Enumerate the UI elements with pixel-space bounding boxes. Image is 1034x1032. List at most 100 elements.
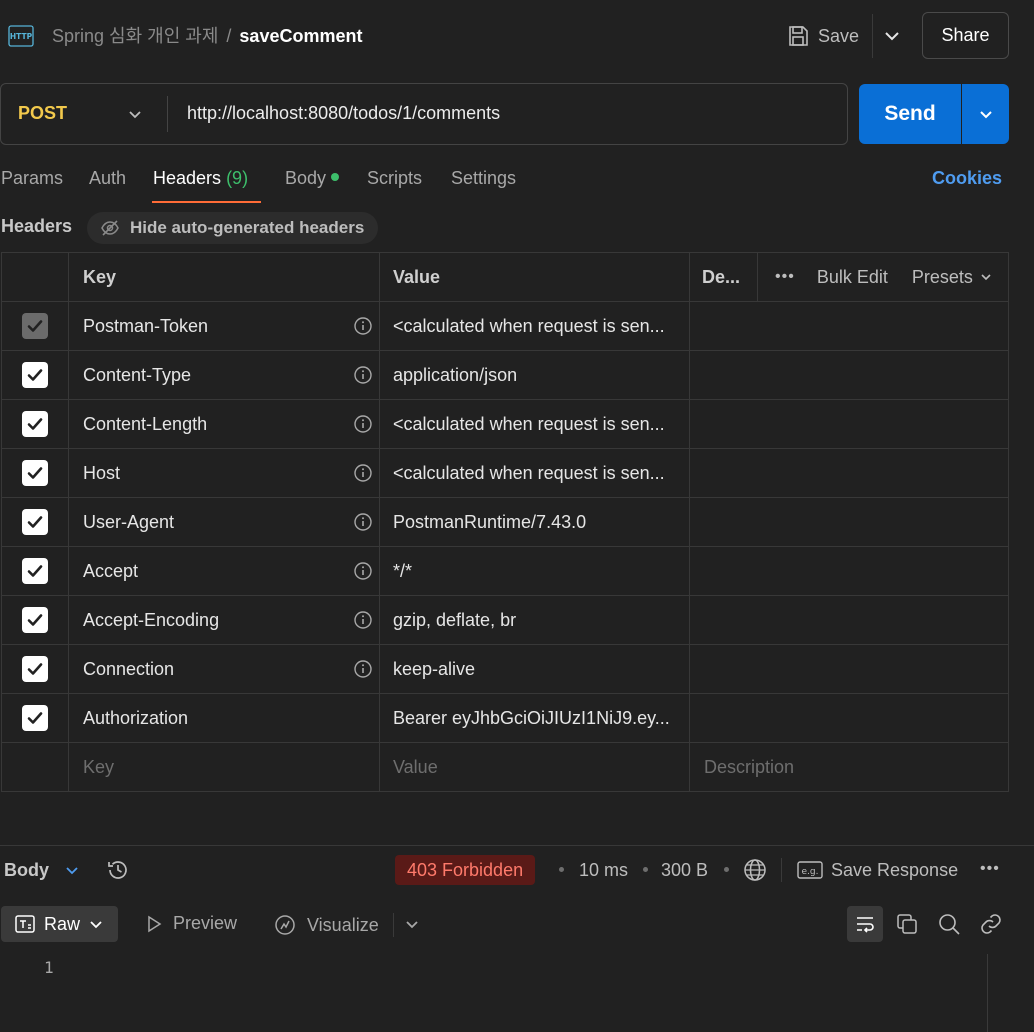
breadcrumb-collection[interactable]: Spring 심화 개인 과제 bbox=[52, 26, 218, 46]
header-enabled-checkbox[interactable] bbox=[22, 656, 48, 682]
response-time[interactable]: 10 ms bbox=[579, 860, 628, 881]
header-description[interactable] bbox=[690, 498, 1010, 546]
chevron-down-icon[interactable] bbox=[62, 860, 82, 880]
new-description-input[interactable]: Description bbox=[690, 743, 1010, 791]
header-enabled-checkbox[interactable] bbox=[22, 460, 48, 486]
new-value-input[interactable]: Value bbox=[380, 743, 690, 791]
header-value[interactable]: gzip, deflate, br bbox=[380, 596, 690, 644]
visualize-view-button[interactable]: Visualize bbox=[273, 913, 379, 937]
header-enabled-checkbox[interactable] bbox=[22, 705, 48, 731]
header-description[interactable] bbox=[690, 400, 1010, 448]
header-description[interactable] bbox=[690, 645, 1010, 693]
header-description[interactable] bbox=[690, 694, 1010, 742]
save-button[interactable]: Save bbox=[786, 20, 859, 52]
header-value[interactable]: application/json bbox=[380, 351, 690, 399]
chevron-down-icon[interactable] bbox=[402, 914, 422, 934]
info-icon[interactable] bbox=[353, 659, 373, 679]
save-options-chevron-down-icon[interactable] bbox=[880, 24, 904, 48]
header-value[interactable]: PostmanRuntime/7.43.0 bbox=[380, 498, 690, 546]
tab-auth[interactable]: Auth bbox=[89, 168, 126, 189]
top-bar: HTTP Spring 심화 개인 과제 / saveComment Save Sh… bbox=[0, 0, 1034, 72]
link-icon[interactable] bbox=[979, 912, 1003, 936]
tab-scripts[interactable]: Scripts bbox=[367, 168, 422, 189]
table-row: User-Agent PostmanRuntime/7.43.0 bbox=[2, 498, 1008, 547]
header-key[interactable]: Content-Length bbox=[69, 400, 380, 448]
bulk-edit-button[interactable]: Bulk Edit bbox=[817, 267, 888, 288]
response-pane-divider[interactable] bbox=[0, 845, 1034, 846]
hide-toggle-label: Hide auto-generated headers bbox=[130, 218, 365, 237]
header-value[interactable]: Bearer eyJhbGciOiJIUzI1NiJ9.ey... bbox=[380, 694, 690, 742]
response-body-editor[interactable]: 1 bbox=[0, 950, 1034, 1032]
wrap-lines-button[interactable] bbox=[847, 906, 883, 942]
info-icon[interactable] bbox=[353, 561, 373, 581]
info-icon[interactable] bbox=[353, 414, 373, 434]
info-icon[interactable] bbox=[353, 365, 373, 385]
more-options-icon[interactable]: ••• bbox=[980, 860, 1000, 878]
raw-view-button[interactable]: Raw bbox=[1, 906, 118, 942]
preview-view-button[interactable]: Preview bbox=[145, 913, 237, 934]
globe-icon[interactable] bbox=[743, 858, 767, 882]
header-key[interactable]: Authorization bbox=[69, 694, 380, 742]
header-description[interactable] bbox=[690, 596, 1010, 644]
header-key[interactable]: Postman-Token bbox=[69, 302, 380, 350]
history-icon[interactable] bbox=[105, 857, 131, 883]
info-icon[interactable] bbox=[353, 463, 373, 483]
header-enabled-checkbox[interactable] bbox=[22, 607, 48, 633]
presets-dropdown[interactable]: Presets bbox=[912, 267, 993, 288]
header-description[interactable] bbox=[690, 449, 1010, 497]
info-icon[interactable] bbox=[353, 610, 373, 630]
save-icon bbox=[789, 26, 808, 46]
tab-settings[interactable]: Settings bbox=[451, 168, 516, 189]
hide-auto-generated-headers-toggle[interactable]: Hide auto-generated headers bbox=[87, 212, 378, 244]
column-header-value: Value bbox=[380, 253, 690, 301]
header-key[interactable]: Accept-Encoding bbox=[69, 596, 380, 644]
status-badge[interactable]: 403 Forbidden bbox=[395, 855, 536, 885]
row-check-cell bbox=[2, 645, 69, 693]
tab-headers[interactable]: Headers (9) bbox=[153, 168, 248, 189]
header-value[interactable]: */* bbox=[380, 547, 690, 595]
header-key[interactable]: Content-Type bbox=[69, 351, 380, 399]
search-icon[interactable] bbox=[937, 912, 961, 936]
tab-body[interactable]: Body bbox=[285, 168, 340, 189]
cookies-link[interactable]: Cookies bbox=[932, 168, 1002, 189]
more-options-icon[interactable]: ••• bbox=[775, 268, 795, 286]
info-icon[interactable] bbox=[353, 316, 373, 336]
eye-off-icon bbox=[101, 220, 119, 236]
header-enabled-checkbox[interactable] bbox=[22, 362, 48, 388]
response-size[interactable]: 300 B bbox=[661, 860, 708, 881]
send-options-button[interactable] bbox=[962, 84, 1009, 144]
header-key[interactable]: User-Agent bbox=[69, 498, 380, 546]
header-enabled-checkbox[interactable] bbox=[22, 558, 48, 584]
divider bbox=[393, 913, 394, 937]
copy-icon[interactable] bbox=[895, 912, 919, 936]
header-key[interactable]: Connection bbox=[69, 645, 380, 693]
header-key[interactable]: Host bbox=[69, 449, 380, 497]
header-value[interactable]: keep-alive bbox=[380, 645, 690, 693]
header-enabled-checkbox[interactable] bbox=[22, 411, 48, 437]
method-chevron-down-icon[interactable] bbox=[125, 104, 145, 124]
tab-params[interactable]: Params bbox=[1, 168, 63, 189]
response-body-tab[interactable]: Body bbox=[4, 860, 49, 881]
table-toolbar: ••• Bulk Edit Presets bbox=[759, 253, 1009, 301]
header-key[interactable]: Accept bbox=[69, 547, 380, 595]
request-name[interactable]: saveComment bbox=[239, 26, 362, 46]
header-value[interactable]: <calculated when request is sen... bbox=[380, 449, 690, 497]
header-description[interactable] bbox=[690, 302, 1010, 350]
checkmark-icon bbox=[27, 614, 43, 626]
header-description[interactable] bbox=[690, 351, 1010, 399]
save-response-button[interactable]: Save Response bbox=[831, 860, 958, 881]
header-value[interactable]: <calculated when request is sen... bbox=[380, 400, 690, 448]
send-button[interactable]: Send bbox=[859, 84, 961, 144]
table-header-row: Key Value De... ••• Bulk Edit Presets bbox=[2, 253, 1008, 302]
header-value[interactable]: <calculated when request is sen... bbox=[380, 302, 690, 350]
header-description[interactable] bbox=[690, 547, 1010, 595]
method-select[interactable]: POST bbox=[18, 103, 67, 124]
info-icon[interactable] bbox=[353, 512, 373, 532]
url-input[interactable]: http://localhost:8080/todos/1/comments bbox=[187, 103, 500, 124]
row-check-cell bbox=[2, 449, 69, 497]
header-enabled-checkbox[interactable] bbox=[22, 509, 48, 535]
raw-view-label: Raw bbox=[44, 913, 81, 934]
editor-scrollbar[interactable] bbox=[987, 954, 988, 1032]
share-button[interactable]: Share bbox=[922, 12, 1009, 59]
new-key-input[interactable]: Key bbox=[69, 743, 380, 791]
